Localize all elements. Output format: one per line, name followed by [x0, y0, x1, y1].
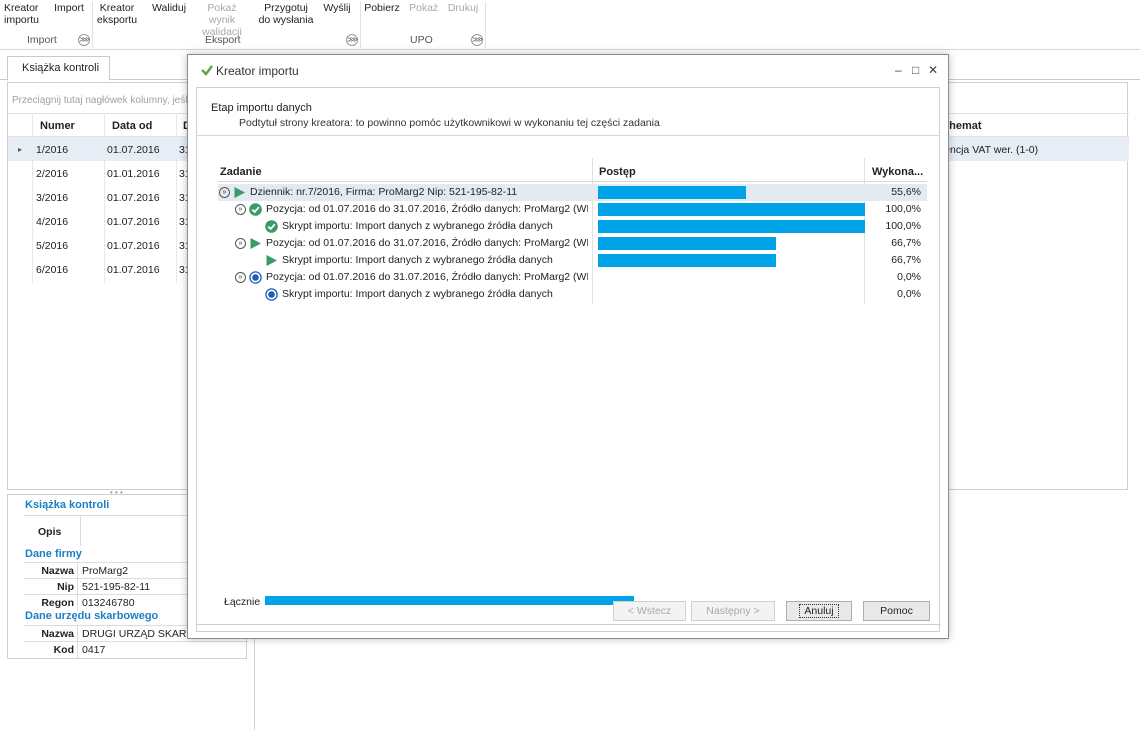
- maximize-button[interactable]: □: [912, 63, 919, 77]
- expand-toggle-icon[interactable]: »: [235, 238, 246, 249]
- task-text: Skrypt importu: Import danych z wybraneg…: [282, 220, 553, 232]
- drukuj-button[interactable]: Drukuj: [447, 2, 479, 14]
- ribbon-separator: [485, 2, 486, 48]
- row-indicator-icon: ▸: [18, 145, 23, 154]
- column-header-postep[interactable]: Postęp: [599, 166, 636, 178]
- running-play-icon: [234, 187, 245, 198]
- wizard-header: Etap importu danych Podtytuł strony krea…: [197, 88, 939, 136]
- task-progress-bar: [598, 237, 776, 250]
- details-title: Książka kontroli: [25, 499, 110, 511]
- completed-check-icon: [249, 203, 262, 216]
- import-wizard-dialog: Kreator importu – □ ✕ Etap importu danyc…: [187, 54, 949, 639]
- ribbon: Kreator importu Import Kreator eksportu Wa…: [0, 0, 1140, 50]
- task-text: Skrypt importu: Import danych z wybraneg…: [282, 288, 553, 300]
- pending-circle-icon: [249, 271, 262, 284]
- cell-divider: [80, 516, 81, 546]
- group-label-import: Import: [27, 34, 57, 46]
- task-progress-bar: [598, 220, 865, 233]
- task-progress-bar: [598, 254, 776, 267]
- total-label: Łącznie: [224, 596, 261, 608]
- group-upo-expand-icon[interactable]: ⋙: [471, 34, 483, 46]
- task-percent: 100,0%: [885, 203, 921, 215]
- office-section-title: Dane urzędu skarbowego: [25, 610, 159, 622]
- dialog-titlebar[interactable]: Kreator importu – □ ✕: [188, 55, 948, 85]
- button-bar-divider: [197, 624, 941, 625]
- kreator-importu-button[interactable]: Kreator importu: [4, 2, 39, 26]
- step-subtitle: Podtytuł strony kreatora: to powinno pom…: [239, 117, 660, 129]
- ribbon-separator: [360, 2, 361, 48]
- task-grid-header: Zadanie Postęp Wykona...: [218, 158, 927, 182]
- group-by-hint: Przeciągnij tutaj nagłówek kolumny, jeśl…: [12, 95, 190, 106]
- column-header-numer[interactable]: Numer: [40, 120, 75, 132]
- task-progress-bar: [598, 203, 865, 216]
- completed-check-icon: [265, 220, 278, 233]
- group-label-eksport: Eksport: [205, 34, 241, 46]
- task-row[interactable]: » Pozycja: od 01.07.2016 do 31.07.2016, Ź…: [218, 269, 927, 286]
- task-text: Pozycja: od 01.07.2016 do 31.07.2016, Źr…: [266, 203, 588, 215]
- next-button[interactable]: Następny >: [691, 601, 775, 621]
- task-row[interactable]: Skrypt importu: Import danych z wybraneg…: [218, 252, 927, 269]
- task-grid: Zadanie Postęp Wykona... » Dziennik: nr.7…: [218, 158, 927, 563]
- task-percent: 66,7%: [891, 254, 921, 266]
- task-text: Dziennik: nr.7/2016, Firma: ProMarg2 Nip…: [250, 186, 518, 198]
- wizard-content: Etap importu danych Podtytuł strony krea…: [196, 87, 941, 632]
- expand-toggle-icon[interactable]: »: [235, 272, 246, 283]
- kreator-eksportu-button[interactable]: Kreator eksportu: [96, 2, 138, 26]
- task-percent: 0,0%: [897, 271, 921, 283]
- column-header-zadanie[interactable]: Zadanie: [220, 166, 262, 178]
- back-button[interactable]: < Wstecz: [613, 601, 686, 621]
- task-percent: 66,7%: [891, 237, 921, 249]
- pending-circle-icon: [265, 288, 278, 301]
- pobierz-button[interactable]: Pobierz: [364, 2, 400, 14]
- waliduj-button[interactable]: Waliduj: [152, 2, 186, 14]
- task-percent: 0,0%: [897, 288, 921, 300]
- minimize-button[interactable]: –: [895, 63, 902, 77]
- przygotuj-do-wyslania-button[interactable]: Przygotuj do wysłania: [258, 2, 314, 26]
- task-text: Pozycja: od 01.07.2016 do 31.07.2016, Źr…: [266, 237, 588, 249]
- kod-row: Kod 0417: [24, 641, 248, 658]
- column-header-data-od[interactable]: Data od: [112, 120, 152, 132]
- column-header-wykonano[interactable]: Wykona...: [872, 166, 923, 178]
- task-text: Skrypt importu: Import danych z wybraneg…: [282, 254, 553, 266]
- group-import-expand-icon[interactable]: ⋙: [78, 34, 90, 46]
- tab-ksiazka-kontroli[interactable]: Książka kontroli: [7, 56, 110, 81]
- task-text: Pozycja: od 01.07.2016 do 31.07.2016, Źr…: [266, 271, 588, 283]
- task-row[interactable]: Skrypt importu: Import danych z wybraneg…: [218, 286, 927, 303]
- total-progress-bar: [265, 596, 634, 605]
- import-button[interactable]: Import: [53, 2, 85, 14]
- task-percent: 100,0%: [885, 220, 921, 232]
- close-button[interactable]: ✕: [928, 63, 938, 77]
- expand-toggle-icon[interactable]: »: [235, 204, 246, 215]
- task-progress-bar: [598, 186, 746, 199]
- wizard-check-icon: [201, 65, 213, 76]
- wyslij-button[interactable]: Wyślij: [322, 2, 352, 14]
- group-eksport-expand-icon[interactable]: ⋙: [346, 34, 358, 46]
- pokaz-wynik-walidacji-button[interactable]: Pokaż wynik walidacji: [195, 2, 249, 38]
- task-row[interactable]: Skrypt importu: Import danych z wybraneg…: [218, 218, 927, 235]
- ribbon-separator: [92, 2, 93, 48]
- step-title: Etap importu danych: [211, 102, 312, 114]
- pokaz-button[interactable]: Pokaż: [409, 2, 438, 14]
- opis-label: Opis: [38, 526, 62, 538]
- cancel-button-label: Anuluj: [799, 604, 839, 618]
- dialog-title: Kreator importu: [216, 64, 299, 78]
- running-play-icon: [250, 238, 261, 249]
- expand-toggle-icon[interactable]: »: [219, 187, 230, 198]
- task-row[interactable]: » Pozycja: od 01.07.2016 do 31.07.2016, Ź…: [218, 201, 927, 218]
- task-percent: 55,6%: [891, 186, 921, 198]
- running-play-icon: [266, 255, 277, 266]
- group-label-upo: UPO: [410, 34, 433, 46]
- help-button[interactable]: Pomoc: [863, 601, 930, 621]
- firm-section-title: Dane firmy: [25, 548, 82, 560]
- task-row[interactable]: » Pozycja: od 01.07.2016 do 31.07.2016, Ź…: [218, 235, 927, 252]
- cancel-button[interactable]: Anuluj: [786, 601, 852, 621]
- task-row[interactable]: » Dziennik: nr.7/2016, Firma: ProMarg2 Ni…: [218, 184, 927, 201]
